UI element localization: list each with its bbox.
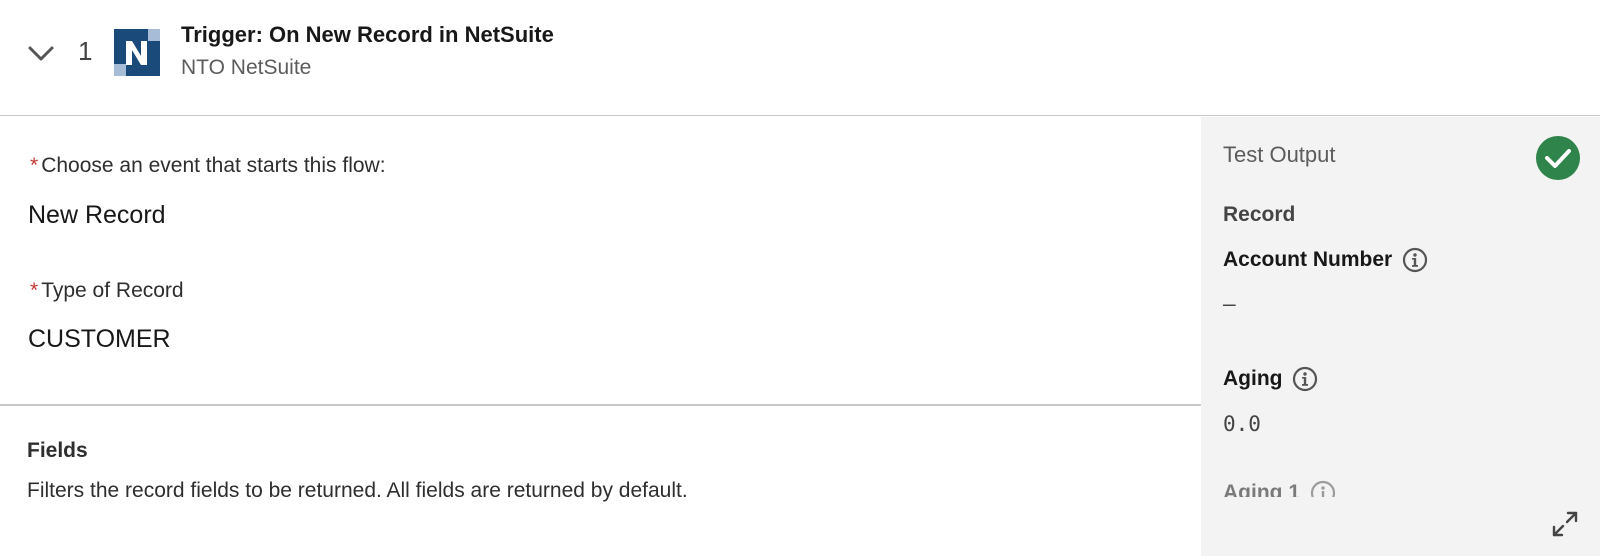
- output-value-account-number: –: [1223, 292, 1236, 316]
- configuration-panel: * Choose an event that starts this flow: …: [0, 117, 1201, 556]
- test-output-title: Test Output: [1223, 142, 1336, 167]
- step-number: 1: [78, 36, 93, 66]
- output-value-aging: 0.0: [1223, 412, 1261, 436]
- info-icon[interactable]: [1292, 366, 1318, 392]
- record-type-value[interactable]: CUSTOMER: [28, 325, 171, 354]
- output-field-account-number: Account Number: [1223, 247, 1428, 273]
- scroll-fade: [1201, 497, 1600, 527]
- connection-name: NTO NetSuite: [181, 56, 312, 79]
- event-value[interactable]: New Record: [28, 201, 166, 230]
- test-output-panel: Test Output Record Account Number – Agin…: [1201, 117, 1600, 556]
- info-icon[interactable]: [1402, 247, 1428, 273]
- netsuite-logo-icon: [114, 29, 160, 76]
- step-title: Trigger: On New Record in NetSuite: [181, 22, 554, 47]
- expand-icon[interactable]: [1550, 509, 1580, 539]
- fields-section-description: Filters the record fields to be returned…: [27, 479, 688, 502]
- step-header: 1 Trigger: On New Record in NetSuite NTO…: [0, 0, 1600, 116]
- event-label: * Choose an event that starts this flow:: [30, 154, 386, 177]
- record-type-label: * Type of Record: [30, 279, 184, 302]
- chevron-down-icon[interactable]: [26, 38, 56, 68]
- output-field-aging: Aging: [1223, 366, 1318, 392]
- check-circle-icon: [1536, 136, 1580, 180]
- required-marker: *: [30, 154, 39, 177]
- record-heading: Record: [1223, 203, 1296, 226]
- fields-section-title: Fields: [27, 439, 88, 462]
- required-marker: *: [30, 279, 39, 302]
- section-divider: [0, 404, 1201, 406]
